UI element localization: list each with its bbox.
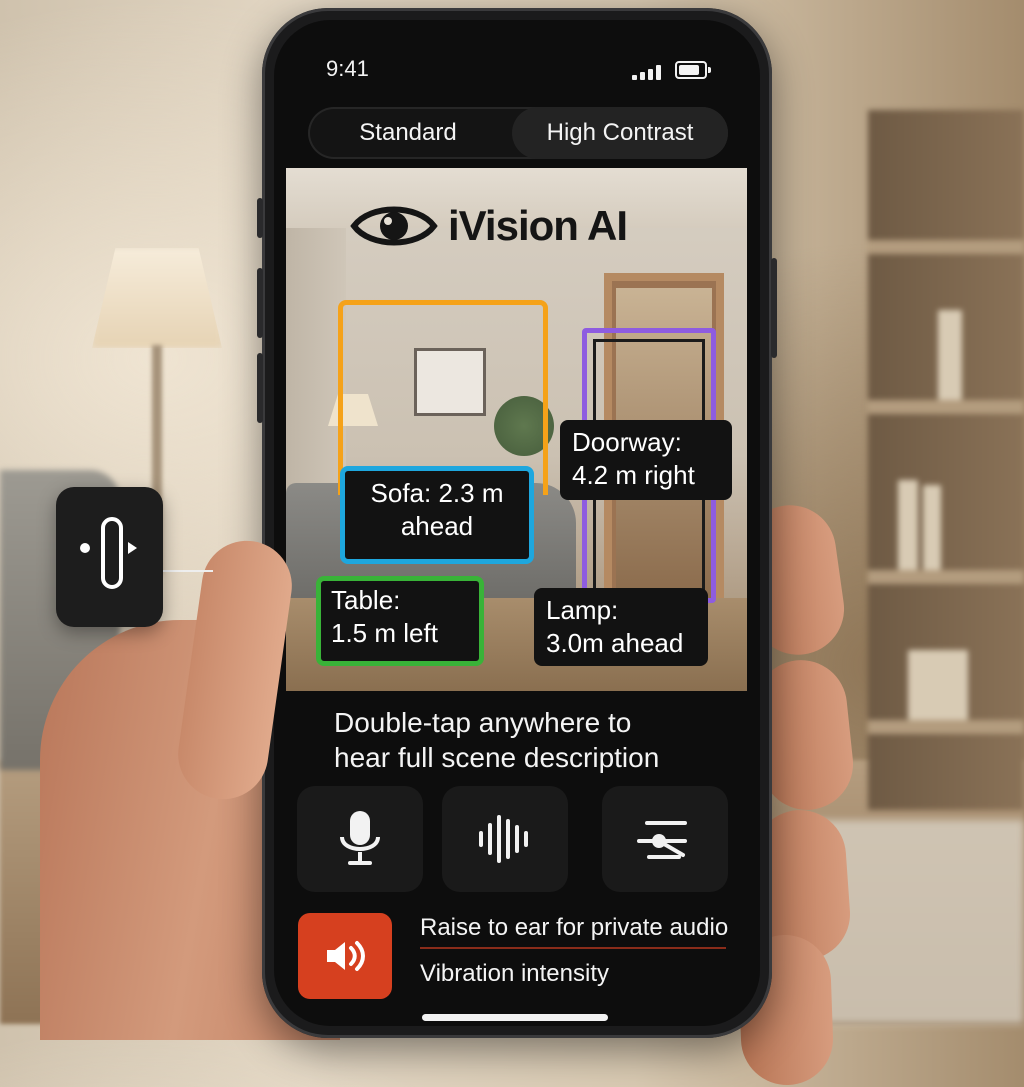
settings-divider [420, 947, 726, 949]
microphone-button[interactable] [297, 786, 423, 892]
contrast-mode-toggle: Standard High Contrast [308, 107, 728, 159]
haptic-dot-left [80, 543, 90, 553]
private-audio-setting[interactable]: Raise to ear for private audio [420, 914, 728, 942]
sliders-icon [637, 821, 687, 859]
camera-view[interactable]: iVision AI Sofa: 2.3 m ahead Doorway: 4.… [286, 168, 747, 691]
haptic-slider-icon [101, 517, 123, 589]
sliders-button[interactable] [602, 786, 728, 892]
callout-line [163, 570, 213, 572]
background-bookshelf [868, 110, 1024, 810]
haptic-slider-control[interactable] [56, 487, 163, 627]
eye-icon [350, 206, 438, 246]
cellular-signal-icon [632, 64, 662, 80]
table-detection-label[interactable]: Table: 1.5 m left [316, 576, 484, 666]
phone-volume-down [257, 353, 263, 423]
status-time: 9:41 [326, 56, 369, 81]
phone-power-button [771, 258, 777, 358]
app-name: iVision AI [448, 202, 628, 249]
haptic-arrow-right [128, 542, 137, 554]
lamp-detection-label[interactable]: Lamp: 3.0m ahead [534, 588, 708, 666]
home-indicator[interactable] [422, 1014, 608, 1021]
background-lamp [92, 248, 222, 348]
scene-hint: Double-tap anywhere to hear full scene d… [334, 707, 660, 773]
audio-waveform-icon [479, 815, 528, 863]
phone-mute-switch [257, 198, 263, 238]
speaker-button[interactable] [298, 913, 392, 999]
microphone-icon [340, 811, 380, 865]
vibration-intensity-setting[interactable]: Vibration intensity [420, 960, 609, 988]
app-logo: iVision AI [350, 196, 628, 256]
mode-standard-option[interactable]: Standard [308, 107, 508, 159]
phone-screen: 9:41 Standard High Contrast iVision AI S… [274, 20, 760, 1026]
battery-icon [675, 61, 711, 79]
doorway-detection-label[interactable]: Doorway: 4.2 m right [560, 420, 732, 500]
waveform-button[interactable] [442, 786, 568, 892]
sofa-detection-label[interactable]: Sofa: 2.3 m ahead [340, 466, 534, 564]
speaker-icon [327, 941, 365, 971]
phone-volume-up [257, 268, 263, 338]
mode-high-contrast-option[interactable]: High Contrast [512, 107, 728, 159]
phone: 9:41 Standard High Contrast iVision AI S… [257, 8, 777, 1038]
